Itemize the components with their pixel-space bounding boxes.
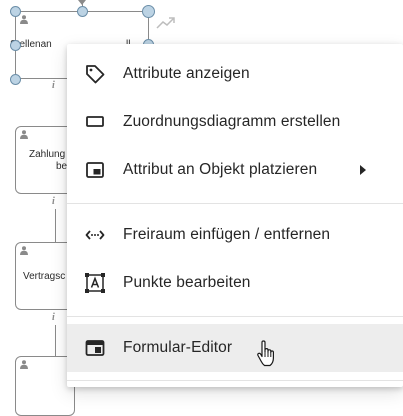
menu-divider xyxy=(67,316,403,317)
menu-item-insert-remove-space[interactable]: Freiraum einfügen / entfernen xyxy=(67,211,403,259)
menu-item-label: Attribut an Objekt platzieren xyxy=(123,161,318,178)
diagram-shape[interactable]: Vertragsc xyxy=(15,242,75,310)
person-icon xyxy=(20,246,28,255)
space-insert-icon xyxy=(85,230,105,240)
rectangle-icon xyxy=(86,116,104,127)
tag-icon xyxy=(86,65,105,84)
info-icon[interactable]: i xyxy=(52,312,55,323)
edit-points-icon xyxy=(85,273,105,293)
connector-line xyxy=(55,325,56,356)
menu-divider xyxy=(67,203,403,204)
menu-item-label: Zuordnungsdiagramm erstellen xyxy=(123,113,341,130)
menu-divider xyxy=(67,380,403,381)
menu-item-label: Freiraum einfügen / entfernen xyxy=(123,226,331,243)
resize-handle-top-right[interactable] xyxy=(142,5,155,18)
person-icon xyxy=(20,15,28,24)
menu-item-label: Formular-Editor xyxy=(123,339,233,356)
connector-line xyxy=(55,209,56,242)
shape-label-line2: be xyxy=(56,161,68,172)
resize-handle-top-left[interactable] xyxy=(10,6,21,17)
menu-item-label: Attribute anzeigen xyxy=(123,65,250,82)
resize-handle-top[interactable] xyxy=(77,6,88,17)
diagram-shape[interactable] xyxy=(15,356,75,416)
menu-item-create-assignment-diagram[interactable]: Zuordnungsdiagramm erstellen xyxy=(67,98,403,146)
hand-cursor-icon xyxy=(257,340,274,367)
info-icon[interactable]: i xyxy=(52,196,55,207)
menu-item-label: Punkte bearbeiten xyxy=(123,274,251,291)
menu-item-show-attributes[interactable]: Attribute anzeigen xyxy=(67,50,403,98)
form-editor-icon xyxy=(85,340,105,356)
person-icon xyxy=(20,360,28,369)
menu-item-edit-points[interactable]: Punkte bearbeiten xyxy=(67,259,403,307)
shape-label: Vertragsc xyxy=(23,271,66,282)
resize-handle-left[interactable] xyxy=(10,40,21,51)
menu-item-form-editor[interactable]: Formular-Editor xyxy=(67,324,403,372)
trend-icon[interactable] xyxy=(156,16,176,30)
info-icon[interactable]: i xyxy=(52,80,55,91)
diagram-shape[interactable]: Zahlung be xyxy=(15,126,75,194)
context-menu: Attribute anzeigen Zuordnungsdiagramm er… xyxy=(67,44,403,387)
chevron-right-icon xyxy=(360,165,366,175)
place-attribute-icon xyxy=(86,162,104,178)
connector-arrow xyxy=(78,0,86,5)
menu-item-place-attribute[interactable]: Attribut an Objekt platzieren xyxy=(67,146,403,194)
person-icon xyxy=(20,130,28,139)
resize-handle-bottom-left[interactable] xyxy=(10,74,21,85)
